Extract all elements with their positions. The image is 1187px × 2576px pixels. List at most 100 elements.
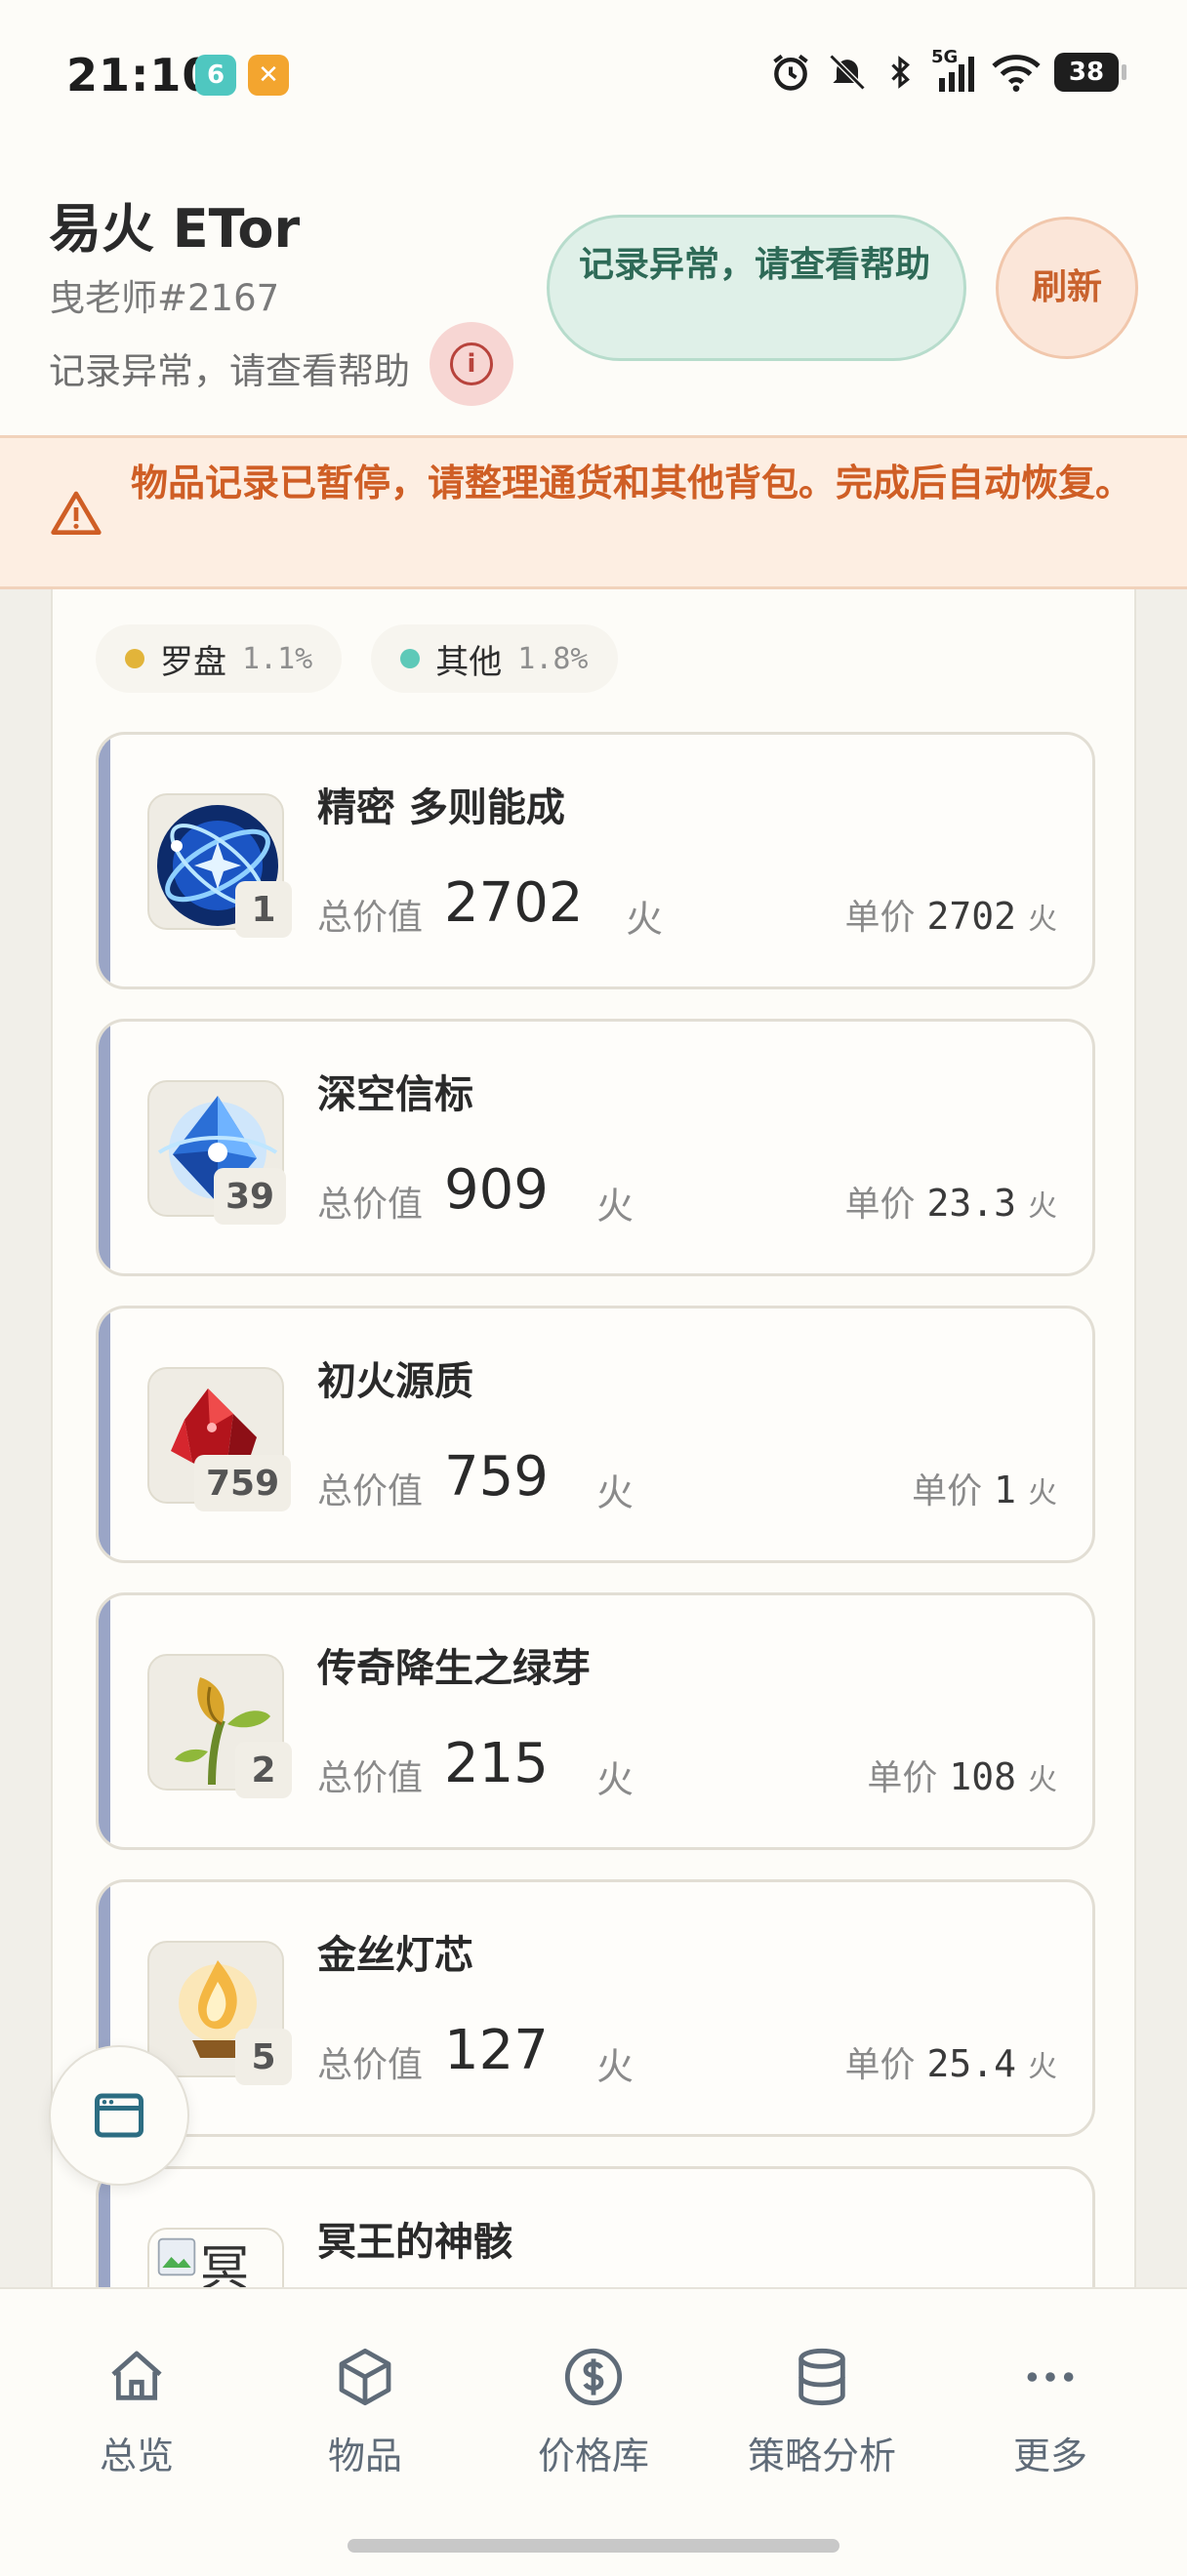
nav-label: 策略分析 <box>747 2435 896 2477</box>
nav-label: 更多 <box>1012 2435 1087 2477</box>
item-card[interactable]: 39 深空信标 总价值 909 火 单价 23.3 火 <box>96 1019 1095 1276</box>
items-panel: 罗盘 1.1% 其他 1.8% 1 精密 多则能成 总价值 2702 火 单价 … <box>51 589 1136 2424</box>
record-status-pill[interactable]: 记录异常，请查看帮助 <box>547 215 966 361</box>
category-legend: 罗盘 1.1% 其他 1.8% <box>96 624 618 693</box>
paused-alert-banner: 物品记录已暂停，请整理通货和其他背包。完成后自动恢复。 <box>0 435 1187 589</box>
account-header: 易火 ETor 曳老师#2167 记录异常，请查看帮助 i 记录异常，请查看帮助… <box>0 146 1187 435</box>
alert-message: 物品记录已暂停，请整理通货和其他背包。完成后自动恢复。 <box>131 462 1133 504</box>
dollar-icon <box>564 2348 623 2406</box>
total-unit: 火 <box>596 2045 634 2088</box>
legend-percent: 1.1% <box>242 641 313 676</box>
nav-item-price-library[interactable]: 价格库 <box>496 2346 691 2479</box>
bluetooth-icon <box>891 56 910 89</box>
user-tag: 曳老师#2167 <box>49 277 280 319</box>
item-card[interactable]: 1 精密 多则能成 总价值 2702 火 单价 2702 火 <box>96 732 1095 989</box>
unit-price: 单价 108 火 <box>867 1750 1057 1800</box>
nav-item-more[interactable]: 更多 <box>953 2346 1148 2479</box>
item-accent-bar <box>99 1308 110 1560</box>
total-value: 759 <box>444 1445 549 1509</box>
unit-price-label: 单价 <box>867 1758 938 1798</box>
total-unit: 火 <box>596 1185 634 1228</box>
total-value: 2702 <box>444 871 584 935</box>
record-status-text: 记录异常，请查看帮助 <box>49 350 410 392</box>
warning-icon <box>51 491 102 535</box>
item-quantity: 5 <box>235 2029 292 2085</box>
legend-dot <box>125 649 144 668</box>
item-accent-bar <box>99 1022 110 1273</box>
browser-window-icon <box>95 2093 143 2138</box>
total-value-label: 总价值 <box>317 2045 424 2085</box>
item-quantity: 2 <box>235 1742 292 1798</box>
item-card[interactable]: 5 金丝灯芯 总价值 127 火 单价 25.4 火 <box>96 1879 1095 2137</box>
nav-item-strategy[interactable]: 策略分析 <box>724 2346 920 2479</box>
box-icon <box>339 2348 391 2406</box>
unit-price-value: 108 <box>949 1755 1016 1798</box>
legend-percent: 1.8% <box>517 641 589 676</box>
signal-bars-icon <box>939 57 974 92</box>
total-value: 127 <box>444 2019 549 2082</box>
battery-indicator: 38 <box>1054 53 1126 92</box>
item-card[interactable]: 759 初火源质 总价值 759 火 单价 1 火 <box>96 1306 1095 1563</box>
unit-price-suffix: 火 <box>1028 903 1057 937</box>
unit-price-suffix: 火 <box>1028 1476 1057 1510</box>
legend-label: 其他 <box>435 642 503 682</box>
item-quantity: 759 <box>194 1455 292 1511</box>
refresh-button[interactable]: 刷新 <box>996 217 1138 359</box>
unit-price-label: 单价 <box>844 2045 916 2085</box>
status-time: 21:10 <box>66 49 215 101</box>
database-icon <box>798 2348 845 2406</box>
legend-item-other[interactable]: 其他 1.8% <box>371 624 618 693</box>
signal-indicator: 5G <box>931 47 978 94</box>
app-notification-icon-2: ✕ <box>248 55 289 96</box>
nav-label: 物品 <box>327 2435 402 2477</box>
unit-price: 单价 1 火 <box>912 1463 1057 1513</box>
nav-item-items[interactable]: 物品 <box>267 2346 463 2479</box>
bottom-navigation: 总览 物品 价格库 策略分析 更多 <box>0 2287 1187 2576</box>
help-info-button[interactable]: i <box>430 322 513 406</box>
unit-price-value: 2702 <box>926 895 1016 938</box>
total-value-label: 总价值 <box>317 1185 424 1225</box>
item-quantity: 39 <box>214 1168 287 1225</box>
user-name: 易火 ETor <box>49 198 301 260</box>
floating-window-button[interactable] <box>49 2045 189 2186</box>
app-notification-icon-1: 6 <box>195 55 236 96</box>
item-accent-bar <box>99 1595 110 1847</box>
total-value: 215 <box>444 1732 549 1795</box>
item-name: 初火源质 <box>317 1359 473 1404</box>
status-bar: 21:10 6 ✕ 5G 38 <box>0 0 1187 146</box>
total-value: 909 <box>444 1158 549 1222</box>
item-name: 冥王的神骸 <box>317 2220 512 2265</box>
nav-label: 总览 <box>99 2435 174 2477</box>
item-name: 传奇降生之绿芽 <box>317 1646 591 1691</box>
item-name: 深空信标 <box>317 1072 473 1117</box>
unit-price-label: 单价 <box>912 1471 983 1511</box>
nav-item-overview[interactable]: 总览 <box>39 2346 234 2479</box>
unit-price: 单价 25.4 火 <box>844 2036 1057 2087</box>
info-icon: i <box>450 342 493 385</box>
item-accent-bar <box>99 735 110 986</box>
total-value-label: 总价值 <box>317 898 424 938</box>
legend-item-compass[interactable]: 罗盘 1.1% <box>96 624 343 693</box>
unit-price-value: 25.4 <box>926 2042 1016 2085</box>
item-card[interactable]: 2 传奇降生之绿芽 总价值 215 火 单价 108 火 <box>96 1592 1095 1850</box>
unit-price-suffix: 火 <box>1028 1763 1057 1797</box>
home-icon <box>111 2351 162 2400</box>
home-indicator[interactable] <box>348 2539 839 2553</box>
total-unit: 火 <box>626 898 664 941</box>
nav-label: 价格库 <box>537 2435 649 2477</box>
status-icons: 5G 38 <box>769 47 1126 94</box>
unit-price: 单价 23.3 火 <box>844 1176 1057 1227</box>
unit-price-suffix: 火 <box>1028 2050 1057 2084</box>
wifi-icon <box>992 55 1041 92</box>
more-icon <box>1027 2372 1074 2382</box>
total-value-label: 总价值 <box>317 1471 424 1511</box>
alarm-icon <box>773 54 808 91</box>
total-unit: 火 <box>596 1471 634 1514</box>
item-name: 精密 多则能成 <box>317 785 565 830</box>
unit-price-value: 1 <box>994 1469 1016 1511</box>
total-value-label: 总价值 <box>317 1758 424 1798</box>
legend-label: 罗盘 <box>160 642 226 682</box>
item-quantity: 1 <box>235 881 292 938</box>
legend-dot <box>400 649 421 668</box>
total-unit: 火 <box>596 1758 634 1801</box>
